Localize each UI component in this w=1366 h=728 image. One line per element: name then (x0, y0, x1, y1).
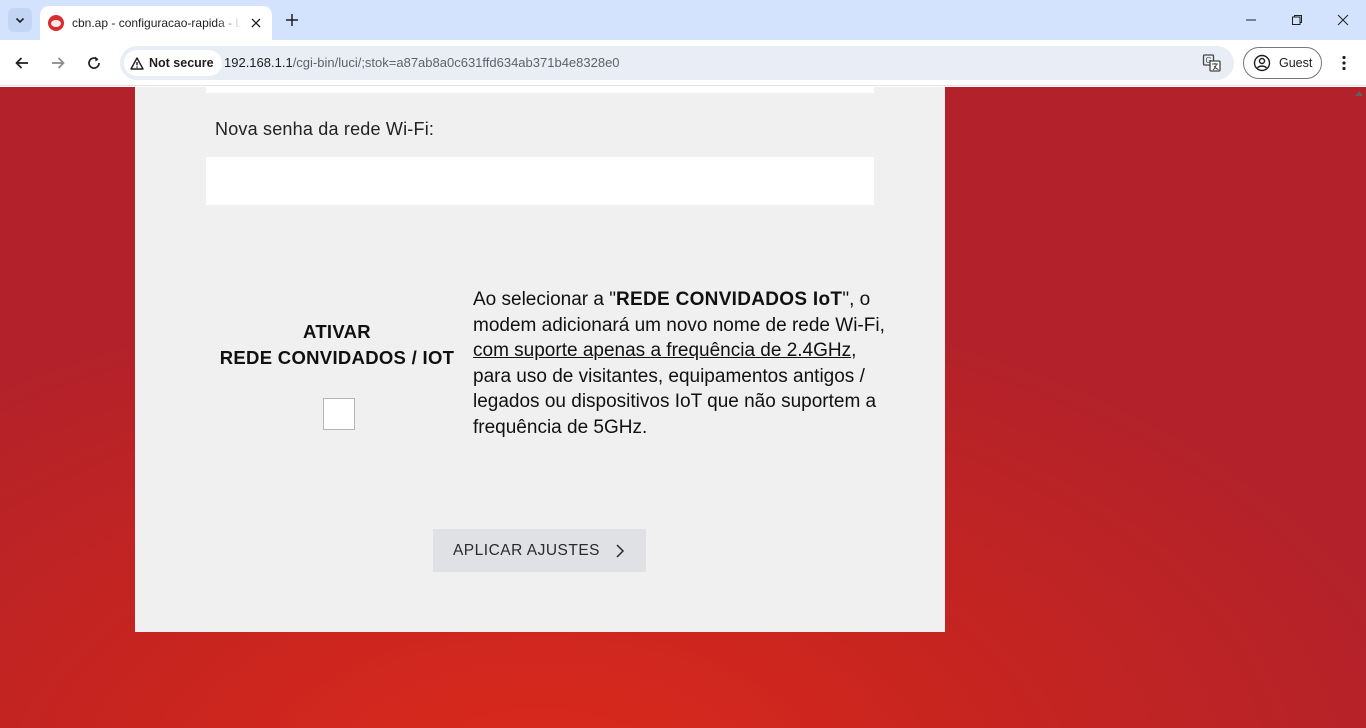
desc-intro: Ao selecionar a " (473, 289, 616, 310)
security-chip-label: Not secure (149, 56, 214, 70)
previous-input-field[interactable] (206, 87, 874, 93)
person-icon (1253, 54, 1271, 72)
guest-title-line2: REDE CONVIDADOS / IOT (219, 347, 455, 368)
back-button[interactable] (8, 49, 36, 77)
address-bar[interactable]: Not secure 192.168.1.1/cgi-bin/luci/;sto… (120, 46, 1234, 80)
tab-title: cbn.ap - configuracao-rapida - L (72, 16, 242, 30)
desc-bold: REDE CONVIDADOS IoT (616, 289, 843, 310)
wifi-password-input[interactable] (206, 157, 874, 205)
translate-icon[interactable]: G (1202, 53, 1222, 73)
browser-menu-button[interactable] (1332, 50, 1356, 76)
guest-title-line1: ATIVAR (303, 321, 371, 342)
new-tab-button[interactable] (280, 8, 304, 32)
tab-search-button[interactable] (8, 8, 32, 32)
page-viewport: Nova senha da rede Wi-Fi: ATIVAR REDE CO… (0, 87, 1366, 728)
tab-close-button[interactable] (248, 15, 264, 31)
scroll-up-arrow-icon[interactable] (1355, 91, 1363, 96)
chevron-right-icon (616, 543, 625, 558)
restore-icon (1292, 15, 1302, 25)
kebab-menu-icon (1342, 55, 1346, 71)
restore-button[interactable] (1274, 0, 1320, 40)
security-chip[interactable]: Not secure (124, 50, 222, 76)
guest-network-checkbox[interactable] (323, 398, 355, 430)
profile-label: Guest (1279, 56, 1313, 70)
browser-toolbar: Not secure 192.168.1.1/cgi-bin/luci/;sto… (0, 40, 1366, 86)
url-host: 192.168.1.1 (224, 55, 293, 70)
close-window-button[interactable] (1320, 0, 1366, 40)
arrow-right-icon (52, 57, 65, 69)
minimize-button[interactable] (1228, 0, 1274, 40)
guest-network-description: Ao selecionar a "REDE CONVIDADOS IoT", o… (473, 287, 893, 440)
page-scrollbar[interactable] (1351, 87, 1366, 728)
url-path: /cgi-bin/luci/;stok=a87ab8a0c631ffd634ab… (292, 55, 620, 70)
browser-tab-active[interactable]: cbn.ap - configuracao-rapida - L (40, 6, 272, 40)
reload-button[interactable] (80, 49, 108, 77)
cbn-logo-icon (48, 15, 64, 31)
reload-icon (88, 56, 100, 69)
config-panel: Nova senha da rede Wi-Fi: ATIVAR REDE CO… (135, 87, 945, 632)
tab-strip: cbn.ap - configuracao-rapida - L (0, 0, 1366, 40)
close-icon (251, 18, 261, 28)
warning-triangle-icon (130, 56, 144, 70)
apply-settings-label: APLICAR AJUSTES (452, 541, 601, 559)
plus-icon (286, 14, 298, 26)
profile-button[interactable]: Guest (1243, 47, 1322, 79)
wifi-password-label: Nova senha da rede Wi-Fi: (215, 119, 435, 139)
apply-settings-button[interactable]: APLICAR AJUSTES (433, 529, 646, 572)
arrow-left-icon (15, 57, 28, 69)
chevron-down-icon (15, 17, 25, 24)
guest-network-title: ATIVAR REDE CONVIDADOS / IOT (205, 319, 469, 371)
forward-button[interactable] (44, 49, 72, 77)
close-icon (1337, 14, 1349, 26)
desc-underline: com suporte apenas a frequência de 2.4GH… (473, 340, 852, 361)
url-text[interactable]: 192.168.1.1/cgi-bin/luci/;stok=a87ab8a0c… (224, 46, 620, 80)
minimize-icon (1246, 19, 1256, 21)
